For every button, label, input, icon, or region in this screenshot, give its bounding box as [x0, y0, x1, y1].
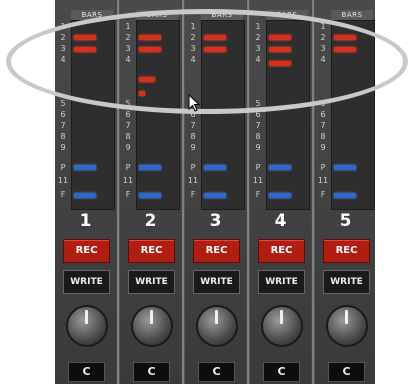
meter-segment-red: [204, 47, 226, 52]
channel-number: 5: [339, 211, 352, 231]
meter-header: BARS: [266, 10, 308, 20]
pan-knob-icon[interactable]: [261, 305, 303, 347]
meter-segment-red: [74, 35, 96, 40]
channel-strip-4: BARS 1 2 3 4 5 6 7 8 9 P 11 F 4 REC WRIT…: [250, 0, 311, 384]
pan-value: C: [263, 362, 300, 382]
meter-segment-blue: [139, 193, 161, 198]
meter-segment-red: [334, 35, 356, 40]
meter-header: BARS: [331, 10, 373, 20]
channel-strip-2: BARS 1 2 3 4 5 6 7 8 9 P 11 F 2 REC WRIT…: [120, 0, 181, 384]
meter-segment-blue: [334, 165, 356, 170]
meter-segment-red: [204, 35, 226, 40]
meter-header: BARS: [136, 10, 178, 20]
channel-number: 3: [209, 211, 222, 231]
meter-segment-red: [269, 61, 291, 66]
meter-segment-blue: [334, 193, 356, 198]
mixer-panel: BARS 1 2 3 4 5 6 7 8 9 P 11 F 1 REC WRIT…: [55, 0, 375, 384]
pan-value: C: [133, 362, 170, 382]
meter-segment-red: [334, 47, 356, 52]
write-button[interactable]: WRITE: [323, 270, 370, 294]
level-meter: [136, 20, 180, 210]
pan-knob-icon[interactable]: [326, 305, 368, 347]
meter-segment-red: [139, 35, 161, 40]
meter-header: BARS: [201, 10, 243, 20]
level-meter: [71, 20, 115, 210]
meter-segment-red: [74, 47, 96, 52]
pan-knob-icon[interactable]: [66, 305, 108, 347]
channel-strip-3: BARS 1 2 3 4 5 6 7 8 9 P 11 F 3 REC WRIT…: [185, 0, 246, 384]
pan-value: C: [68, 362, 105, 382]
meter-segment-blue: [139, 165, 161, 170]
write-button[interactable]: WRITE: [193, 270, 240, 294]
level-meter: [201, 20, 245, 210]
meter-segment-blue: [74, 193, 96, 198]
meter-segment-blue: [269, 193, 291, 198]
pan-value: C: [328, 362, 365, 382]
pan-knob-icon[interactable]: [131, 305, 173, 347]
meter-segment-red: [139, 77, 155, 82]
meter-segment-red: [269, 47, 291, 52]
meter-segment-blue: [74, 165, 96, 170]
channel-strip-1: BARS 1 2 3 4 5 6 7 8 9 P 11 F 1 REC WRIT…: [55, 0, 116, 384]
meter-segment-red: [269, 35, 291, 40]
meter-segment-blue: [269, 165, 291, 170]
meter-segment-red: [139, 91, 145, 96]
channel-number: 2: [144, 211, 157, 231]
meter-segment-red: [139, 47, 161, 52]
write-button[interactable]: WRITE: [128, 270, 175, 294]
record-button[interactable]: REC: [193, 239, 240, 263]
meter-segment-blue: [204, 165, 226, 170]
channel-number: 1: [79, 211, 92, 231]
record-button[interactable]: REC: [63, 239, 110, 263]
write-button[interactable]: WRITE: [63, 270, 110, 294]
channel-number: 4: [274, 211, 287, 231]
record-button[interactable]: REC: [258, 239, 305, 263]
meter-header: BARS: [71, 10, 113, 20]
level-meter: [331, 20, 375, 210]
channel-strip-5: BARS 1 2 3 4 5 6 7 8 9 P 11 F 5 REC WRIT…: [315, 0, 375, 384]
arrow-cursor-icon: [188, 93, 201, 116]
pan-value: C: [198, 362, 235, 382]
pan-knob-icon[interactable]: [196, 305, 238, 347]
meter-segment-blue: [204, 193, 226, 198]
level-meter: [266, 20, 310, 210]
write-button[interactable]: WRITE: [258, 270, 305, 294]
record-button[interactable]: REC: [323, 239, 370, 263]
record-button[interactable]: REC: [128, 239, 175, 263]
